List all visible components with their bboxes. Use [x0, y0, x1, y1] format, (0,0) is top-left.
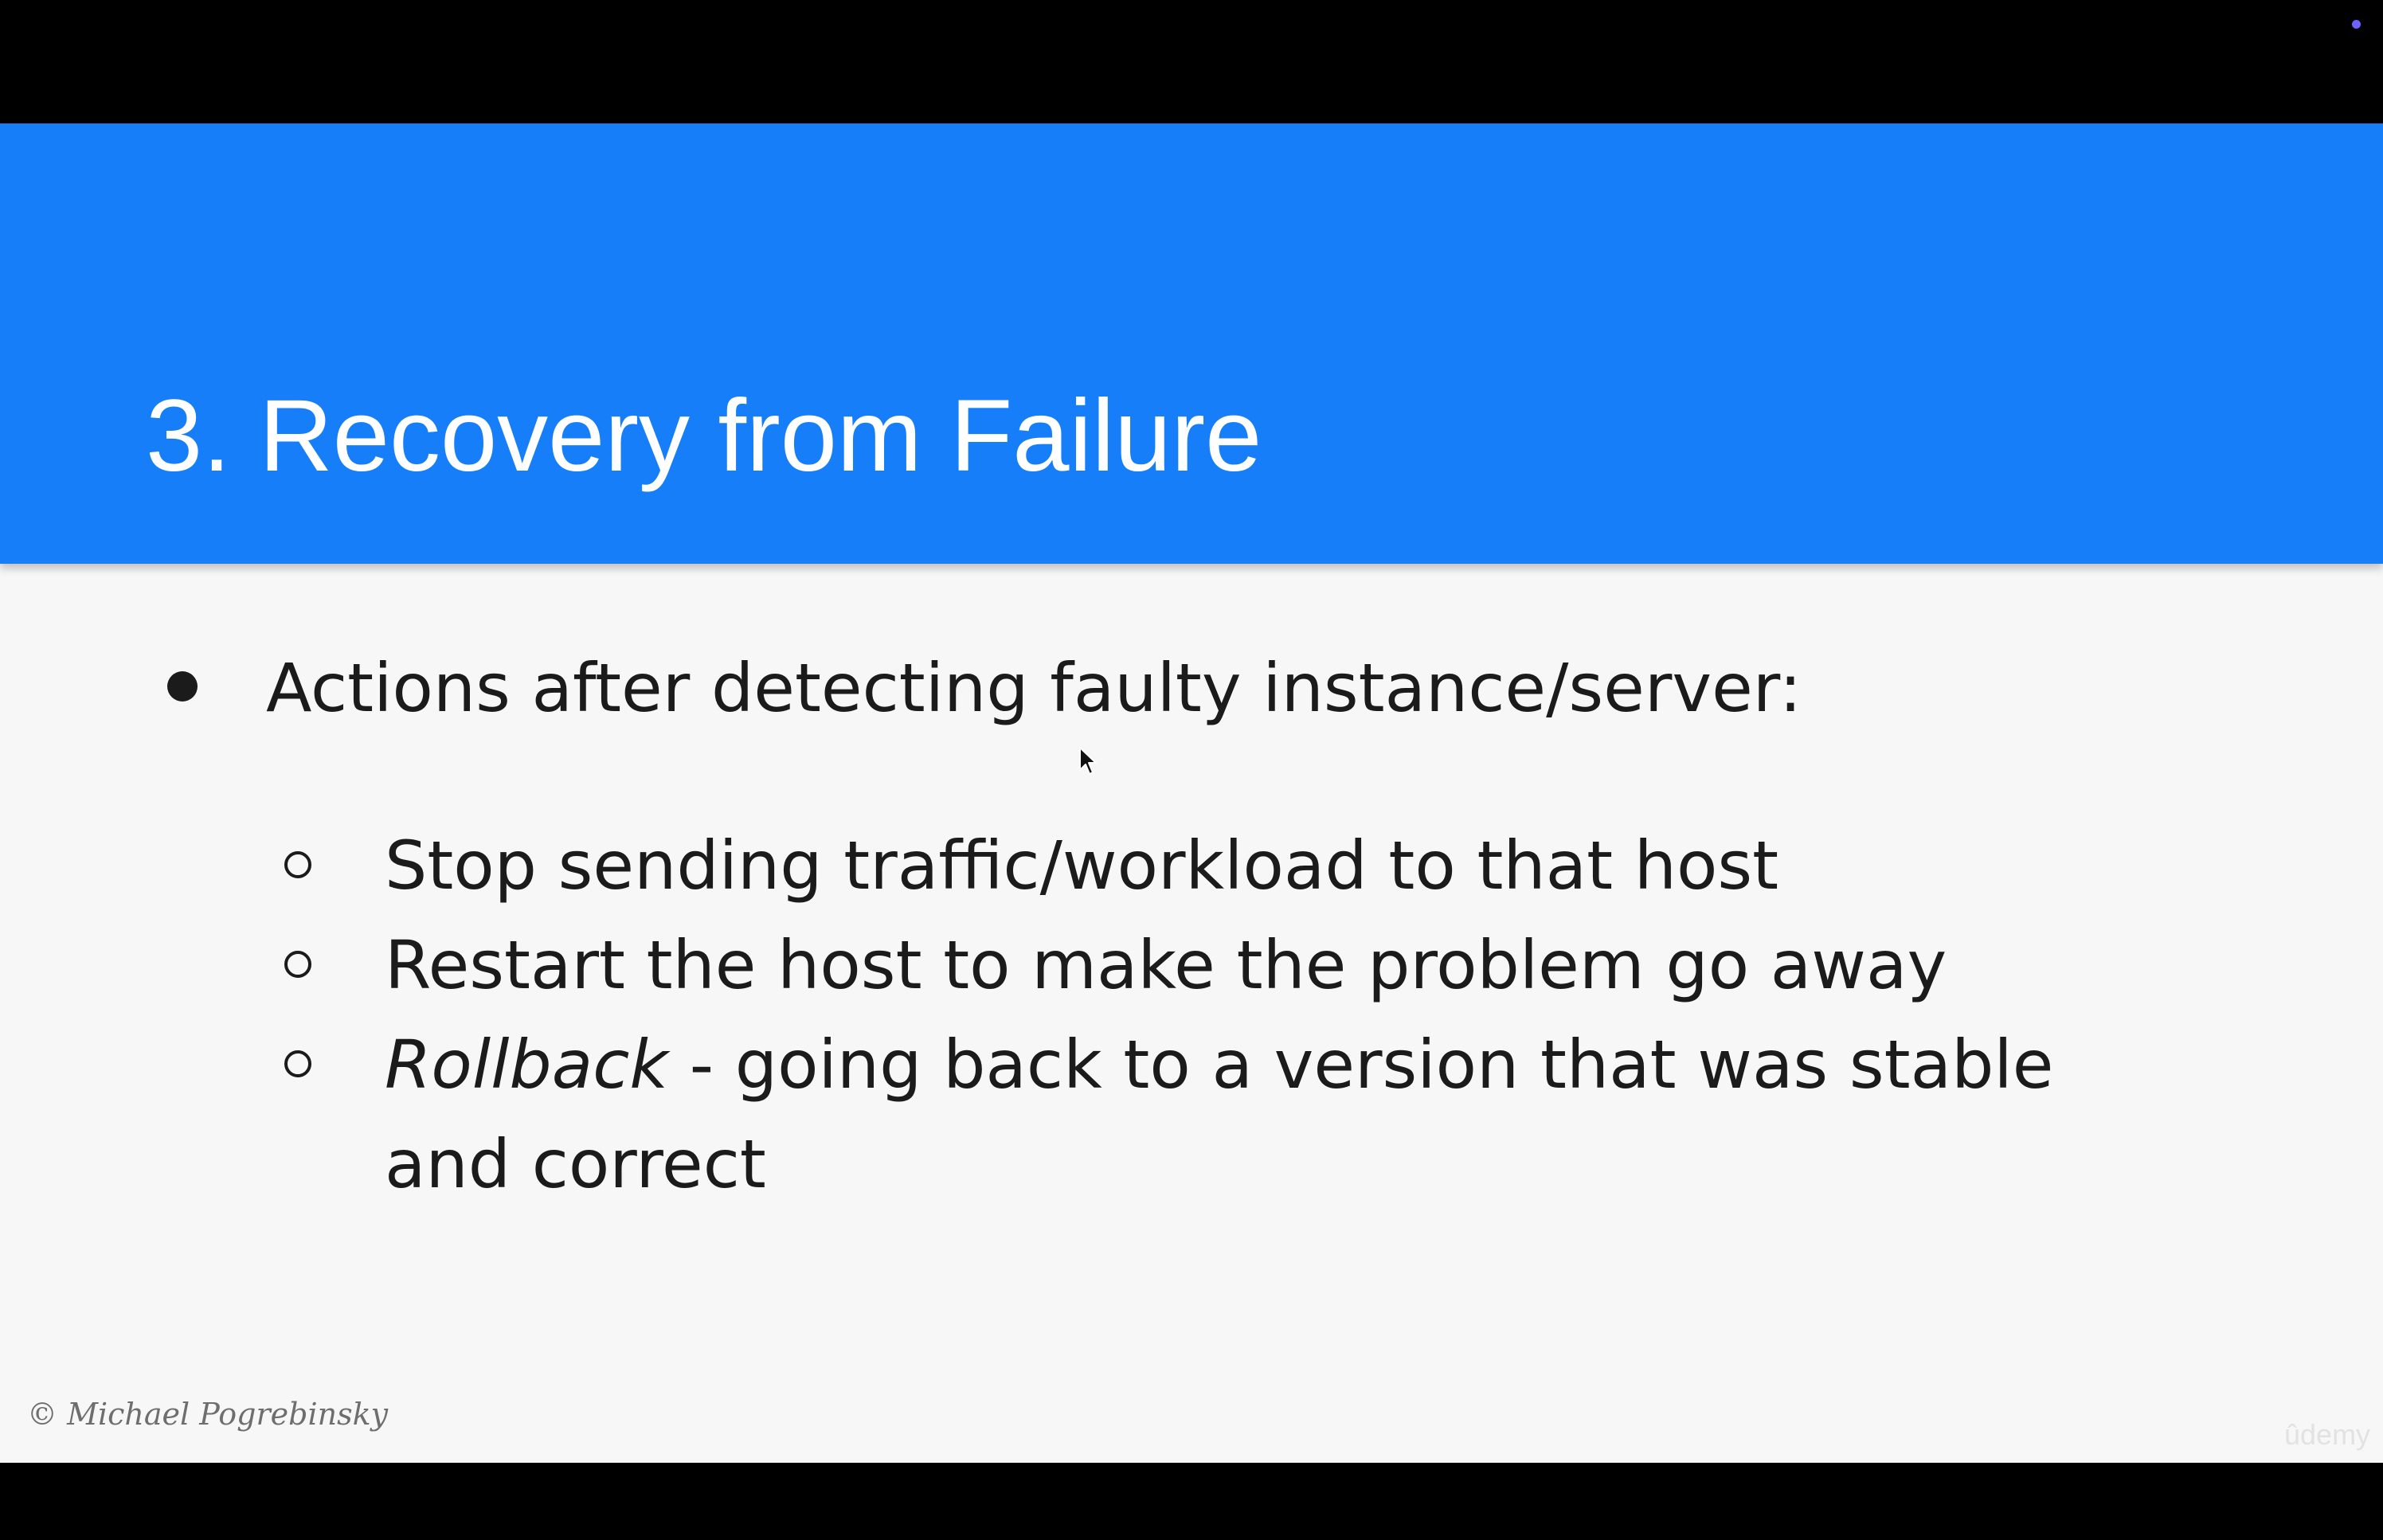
status-indicator-dot [2352, 20, 2361, 29]
hollow-bullet-icon [284, 1050, 311, 1077]
hollow-bullet-icon [284, 951, 311, 978]
sub-bullet-text: Stop sending traffic/workload to that ho… [385, 816, 2177, 916]
copyright-notice: © Michael Pogrebinsky [27, 1397, 389, 1432]
video-player-screen: 3. Recovery from Failure Actions after d… [0, 0, 2383, 1540]
bullet-list: Actions after detecting faulty instance/… [0, 123, 2383, 1463]
filled-bullet-icon [167, 671, 198, 702]
sub-bullet-text: Restart the host to make the problem go … [385, 916, 2177, 1015]
bullet-text: Actions after detecting faulty instance/… [266, 649, 1802, 727]
sub-bullet-text: Rollback - going back to a version that … [385, 1015, 2177, 1214]
bottom-letterbox [0, 1463, 2383, 1540]
udemy-watermark-logo: ûdemy [2284, 1418, 2371, 1451]
sub-bullet-emphasis: Rollback [385, 1026, 669, 1104]
top-letterbox [0, 0, 2383, 123]
sub-bullet-body: Restart the host to make the problem go … [385, 926, 1947, 1004]
sub-bullet-body: Stop sending traffic/workload to that ho… [385, 827, 1779, 905]
presentation-slide: 3. Recovery from Failure Actions after d… [0, 123, 2383, 1463]
mouse-pointer-icon [1079, 747, 1097, 775]
hollow-bullet-icon [284, 851, 311, 878]
